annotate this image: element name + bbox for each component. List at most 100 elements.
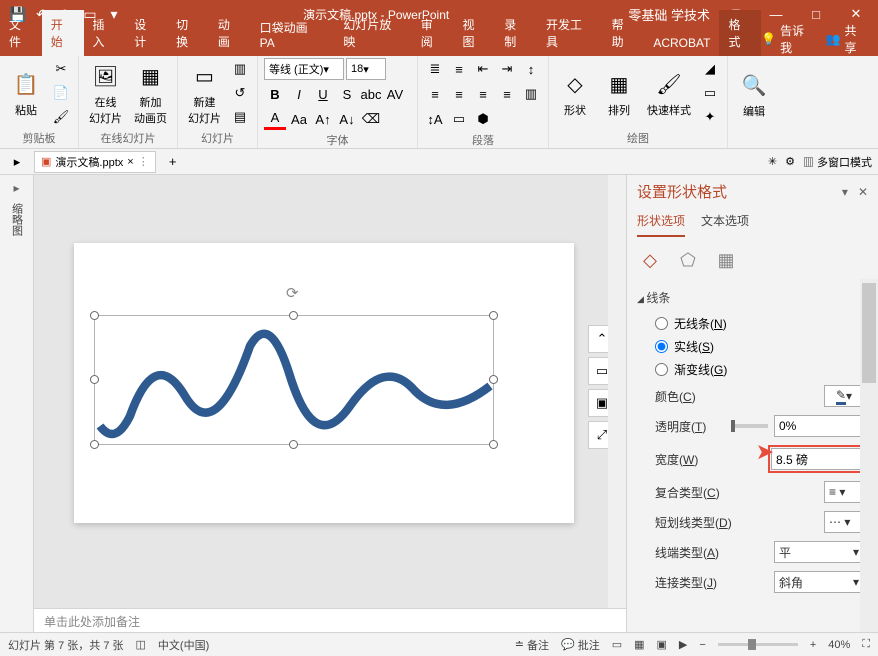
view-sorter-icon[interactable]: ▦ bbox=[634, 638, 644, 651]
cut-icon[interactable]: ✂ bbox=[50, 58, 72, 80]
canvas-scrollbar[interactable] bbox=[608, 175, 626, 608]
zoom-out-icon[interactable]: − bbox=[699, 639, 705, 651]
tab-developer[interactable]: 开发工具 bbox=[537, 10, 603, 56]
indent-left-icon[interactable]: ⇤ bbox=[472, 58, 494, 80]
editing-button[interactable]: 🔍 编辑 bbox=[734, 67, 774, 121]
tab-insert[interactable]: 插入 bbox=[84, 10, 126, 56]
canvas-scroll[interactable]: ⟳ ⌃ ▭ ▣ ⤢ bbox=[34, 175, 626, 608]
close-icon[interactable]: ✕ bbox=[842, 4, 870, 24]
bullets-icon[interactable]: ≣ bbox=[424, 58, 446, 80]
radio-no-line[interactable]: 无线条(N) bbox=[637, 312, 872, 335]
resize-handle[interactable] bbox=[289, 440, 298, 449]
join-combo[interactable]: 斜角 ▾ bbox=[774, 571, 864, 593]
paste-button[interactable]: 📋 粘贴 bbox=[6, 66, 46, 120]
pane-scrollbar[interactable] bbox=[860, 279, 878, 632]
shape-fill-icon[interactable]: ◢ bbox=[699, 58, 721, 80]
document-tab[interactable]: ▣ 演示文稿.pptx × ⋮ bbox=[34, 151, 156, 173]
tell-me[interactable]: 💡 告诉我 bbox=[761, 22, 815, 56]
size-props-icon[interactable]: ▦ bbox=[713, 247, 739, 273]
view-slideshow-icon[interactable]: ▶ bbox=[679, 638, 687, 651]
zoom-level[interactable]: 40% bbox=[828, 639, 850, 651]
font-size-combo[interactable]: 18 ▾ bbox=[346, 58, 386, 80]
selected-shape[interactable]: ⟳ bbox=[94, 315, 494, 445]
line-spacing-icon[interactable]: ↕ bbox=[520, 58, 542, 80]
section-icon[interactable]: ▤ bbox=[229, 106, 251, 128]
font-color-icon[interactable]: A bbox=[264, 108, 286, 130]
resize-handle[interactable] bbox=[90, 311, 99, 320]
shadow-icon[interactable]: abc bbox=[360, 83, 382, 105]
tab-transition[interactable]: 切换 bbox=[167, 10, 209, 56]
slide-counter[interactable]: 幻灯片 第 7 张，共 7 张 bbox=[8, 637, 124, 653]
align-right-icon[interactable]: ≡ bbox=[472, 83, 494, 105]
shape-outline-icon[interactable]: ▭ bbox=[699, 82, 721, 104]
slide[interactable]: ⟳ bbox=[74, 243, 574, 523]
smartart-icon[interactable]: ⬢ bbox=[472, 108, 494, 130]
multi-window-button[interactable]: ▥ 多窗口模式 bbox=[803, 154, 872, 170]
notes-area[interactable]: 单击此处添加备注 bbox=[34, 608, 626, 632]
tab-pocket-anim[interactable]: 口袋动画 PA bbox=[251, 13, 335, 56]
docbar-icon[interactable]: ▸ bbox=[6, 151, 28, 173]
underline-icon[interactable]: U bbox=[312, 83, 334, 105]
tab-format[interactable]: 格式 bbox=[719, 10, 761, 56]
align-center-icon[interactable]: ≡ bbox=[448, 83, 470, 105]
align-left-icon[interactable]: ≡ bbox=[424, 83, 446, 105]
radio-solid-line[interactable]: 实线(S) bbox=[637, 335, 872, 358]
color-picker[interactable]: ✎▾ bbox=[824, 385, 864, 407]
indent-right-icon[interactable]: ⇥ bbox=[496, 58, 518, 80]
tab-shape-options[interactable]: 形状选项 bbox=[637, 212, 685, 237]
italic-icon[interactable]: I bbox=[288, 83, 310, 105]
copy-icon[interactable]: 📄 bbox=[50, 82, 72, 104]
tab-text-options[interactable]: 文本选项 bbox=[701, 212, 749, 237]
justify-icon[interactable]: ≡ bbox=[496, 83, 518, 105]
docbar-tool1-icon[interactable]: ✳ bbox=[768, 155, 777, 168]
comments-button[interactable]: 💬 批注 bbox=[561, 637, 600, 653]
pane-close-icon[interactable]: ✕ bbox=[858, 185, 868, 199]
width-spinner[interactable]: ▲▼ bbox=[771, 448, 861, 470]
maximize-icon[interactable]: □ bbox=[802, 4, 830, 24]
add-tab-icon[interactable]: + bbox=[162, 151, 184, 173]
strikethrough-icon[interactable]: S bbox=[336, 83, 358, 105]
tab-review[interactable]: 审阅 bbox=[412, 10, 454, 56]
new-slide-button[interactable]: ▭ 新建 幻灯片 bbox=[184, 58, 225, 128]
section-line[interactable]: 线条 bbox=[637, 283, 872, 312]
transparency-slider[interactable] bbox=[731, 424, 768, 428]
zoom-slider[interactable] bbox=[718, 643, 798, 646]
share-button[interactable]: 👥 共享 bbox=[826, 22, 868, 56]
resize-handle[interactable] bbox=[289, 311, 298, 320]
resize-handle[interactable] bbox=[90, 440, 99, 449]
tab-design[interactable]: 设计 bbox=[125, 10, 167, 56]
tab-help[interactable]: 帮助 bbox=[603, 10, 645, 56]
fit-to-window-icon[interactable]: ⛶ bbox=[862, 638, 870, 651]
dash-combo[interactable]: ⋯ ▾ bbox=[824, 511, 864, 533]
arrange-button[interactable]: ▦ 排列 bbox=[599, 66, 639, 120]
resize-handle[interactable] bbox=[489, 375, 498, 384]
online-slide-button[interactable]: 🖼 在线 幻灯片 bbox=[85, 58, 126, 128]
effects-icon[interactable]: ⬠ bbox=[675, 247, 701, 273]
text-direction-icon[interactable]: ↕A bbox=[424, 108, 446, 130]
columns-icon[interactable]: ▥ bbox=[520, 83, 542, 105]
format-painter-icon[interactable]: 🖌 bbox=[50, 106, 72, 128]
view-reading-icon[interactable]: ▣ bbox=[657, 638, 667, 651]
view-normal-icon[interactable]: ▭ bbox=[612, 638, 622, 651]
bold-icon[interactable]: B bbox=[264, 83, 286, 105]
docbar-tool2-icon[interactable]: ⚙ bbox=[785, 155, 795, 168]
fill-line-icon[interactable]: ◇ bbox=[637, 247, 663, 273]
tab-record[interactable]: 录制 bbox=[495, 10, 537, 56]
pane-dropdown-icon[interactable]: ▾ bbox=[842, 185, 848, 199]
resize-handle[interactable] bbox=[489, 440, 498, 449]
tab-animation[interactable]: 动画 bbox=[209, 10, 251, 56]
shapes-button[interactable]: ◇ 形状 bbox=[555, 66, 595, 120]
align-text-icon[interactable]: ▭ bbox=[448, 108, 470, 130]
minimize-icon[interactable]: — bbox=[762, 4, 790, 24]
shape-effects-icon[interactable]: ✦ bbox=[699, 106, 721, 128]
notes-button[interactable]: ≐ 备注 bbox=[515, 637, 549, 653]
compound-combo[interactable]: ≡ ▾ bbox=[824, 481, 864, 503]
tab-view[interactable]: 视图 bbox=[454, 10, 496, 56]
radio-gradient-line[interactable]: 渐变线(G) bbox=[637, 358, 872, 381]
tab-home[interactable]: 开始 bbox=[42, 10, 84, 56]
cap-combo[interactable]: 平 ▾ bbox=[774, 541, 864, 563]
clear-format-icon[interactable]: ⌫ bbox=[360, 108, 382, 130]
accessibility-icon[interactable]: ◫ bbox=[136, 638, 146, 651]
tab-file[interactable]: 文件 bbox=[0, 10, 42, 56]
layout-icon[interactable]: ▥ bbox=[229, 58, 251, 80]
